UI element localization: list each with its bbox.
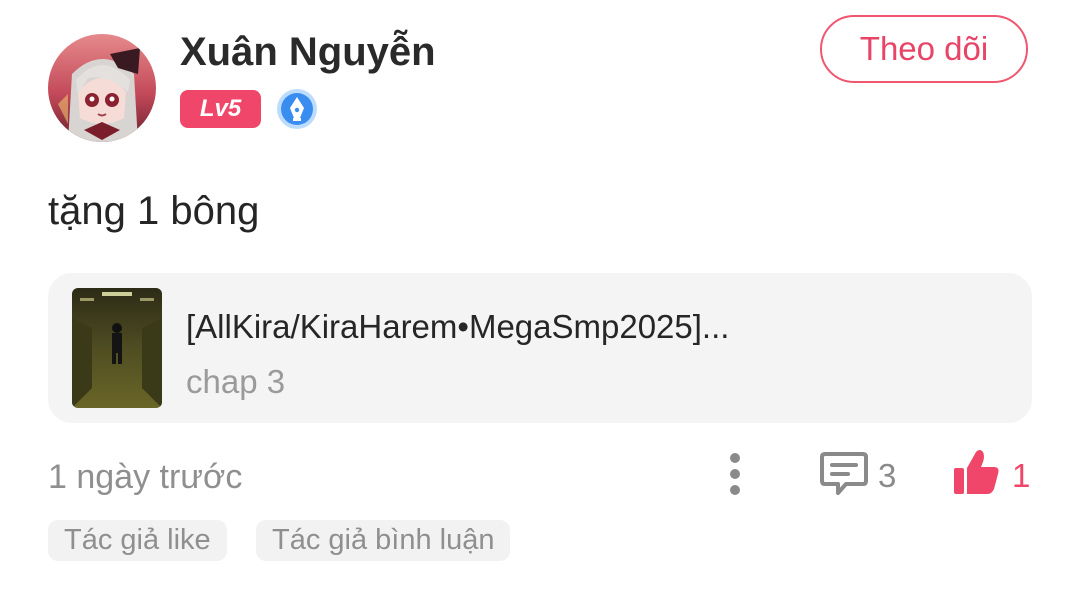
level-badge: Lv5 bbox=[180, 90, 261, 128]
comment-text: tặng 1 bông bbox=[48, 189, 260, 233]
more-options-button[interactable] bbox=[716, 450, 754, 498]
comment-count: 3 bbox=[878, 457, 897, 494]
comment-icon bbox=[818, 450, 870, 498]
comment-timestamp: 1 ngày trước bbox=[48, 458, 243, 496]
more-vertical-icon bbox=[730, 453, 740, 495]
story-cover-image bbox=[72, 288, 162, 408]
author-reply-tag: Tác giả bình luận bbox=[256, 520, 511, 561]
like-button[interactable]: 1 bbox=[950, 448, 1040, 500]
comment-button[interactable]: 3 bbox=[818, 450, 908, 500]
pen-nib-icon bbox=[276, 88, 318, 130]
author-like-tag: Tác giả like bbox=[48, 520, 227, 561]
follow-button[interactable]: Theo dõi bbox=[820, 15, 1028, 83]
story-title[interactable]: [AllKira/KiraHarem•MegaSmp2025]... bbox=[186, 307, 729, 347]
like-count: 1 bbox=[1012, 457, 1031, 494]
username[interactable]: Xuân Nguyễn bbox=[180, 28, 436, 76]
thumbs-up-icon bbox=[950, 448, 1002, 498]
avatar[interactable] bbox=[48, 34, 156, 142]
story-card[interactable]: [AllKira/KiraHarem•MegaSmp2025]... chap … bbox=[48, 273, 1032, 423]
story-chapter: chap 3 bbox=[186, 363, 286, 400]
